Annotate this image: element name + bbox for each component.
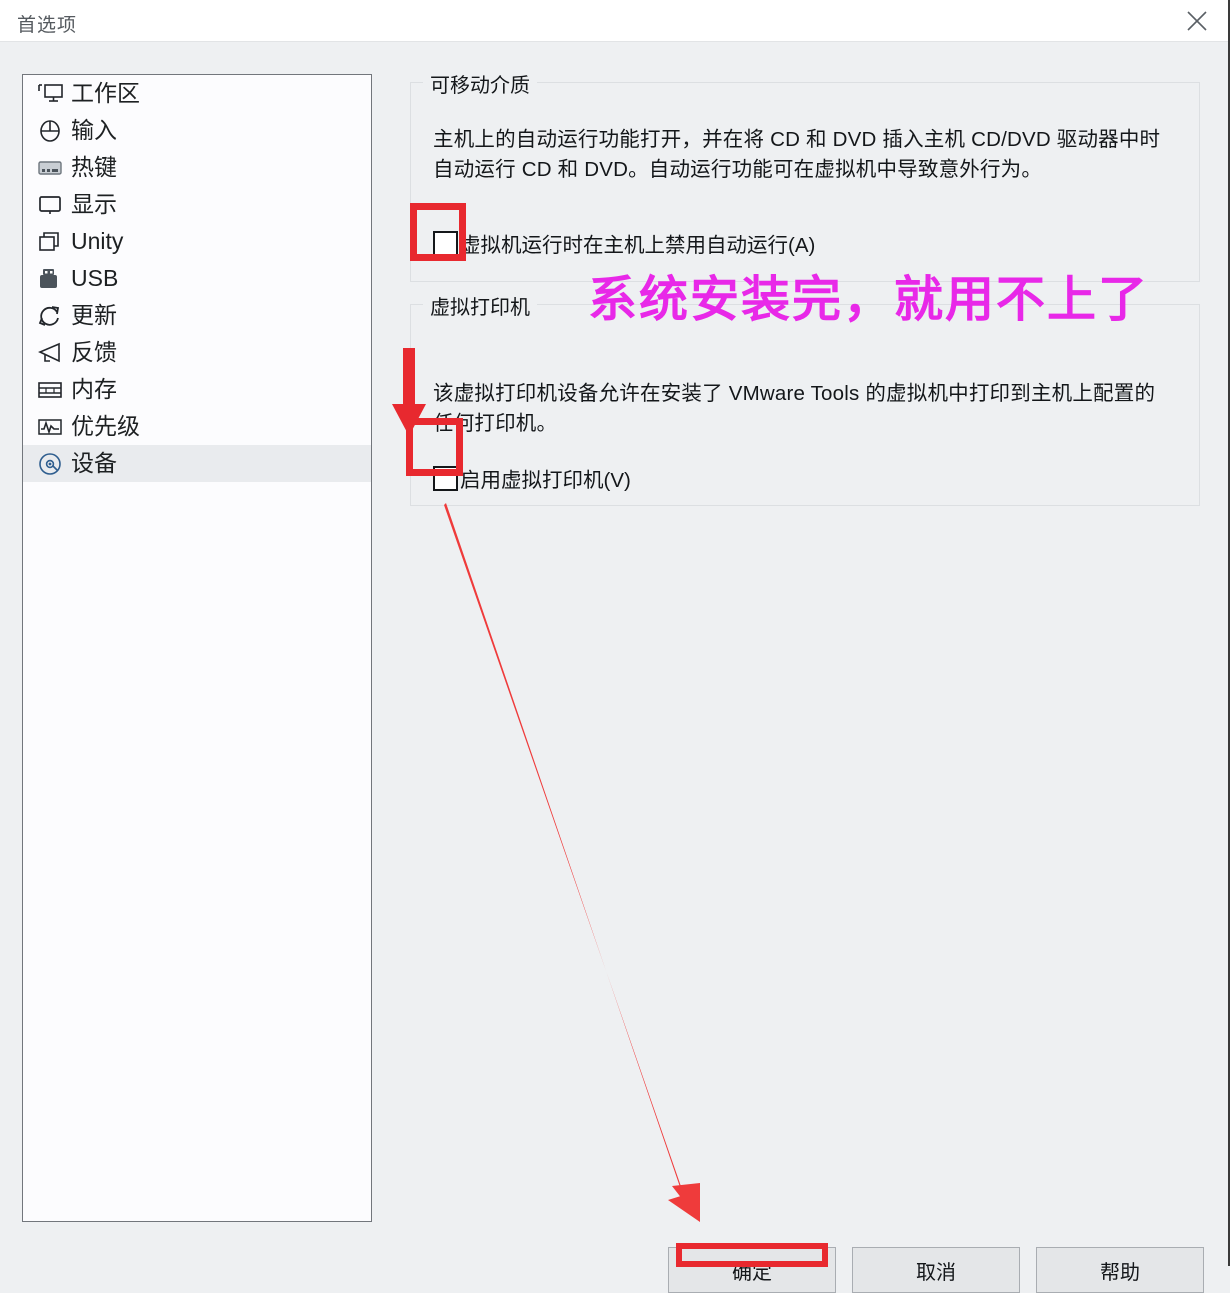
keyboard-hotkey-icon xyxy=(37,154,67,182)
sidebar-item-memory[interactable]: 内存 xyxy=(23,371,371,408)
sidebar-item-label: Unity xyxy=(71,228,124,254)
disable-autorun-checkbox-row[interactable]: 虚拟机运行时在主机上禁用自动运行(A) xyxy=(433,228,815,258)
refresh-update-icon xyxy=(37,302,67,330)
preferences-dialog: 首选项 工作区 输入 热键 显示 Unity USB 更新 反馈 内存 优先级 … xyxy=(0,0,1230,1293)
usb-drive-icon xyxy=(37,265,67,293)
sidebar-item-priority[interactable]: 优先级 xyxy=(23,408,371,445)
ok-button[interactable]: 确定 xyxy=(668,1247,836,1293)
disable-autorun-checkbox[interactable] xyxy=(433,230,458,256)
group-legend: 可移动介质 xyxy=(423,69,537,98)
sidebar-item-label: 工作区 xyxy=(71,80,140,106)
sidebar-item-label: 设备 xyxy=(71,450,117,476)
megaphone-feedback-icon xyxy=(37,339,67,367)
title-bar: 首选项 xyxy=(0,0,1228,42)
cancel-button[interactable]: 取消 xyxy=(852,1247,1020,1293)
sidebar-item-label: 反馈 xyxy=(71,339,117,365)
sidebar-item-workspace[interactable]: 工作区 xyxy=(23,75,371,112)
sidebar-item-label: 内存 xyxy=(71,376,117,402)
disable-autorun-label: 虚拟机运行时在主机上禁用自动运行(A) xyxy=(460,234,816,257)
workspace-icon xyxy=(37,80,67,108)
virtual-printer-group: 虚拟打印机 该虚拟打印机设备允许在安装了 VMware Tools 的虚拟机中打… xyxy=(410,291,1200,506)
sidebar-item-unity[interactable]: Unity xyxy=(23,223,371,260)
priority-graph-icon xyxy=(37,413,67,441)
close-button[interactable] xyxy=(1166,0,1228,42)
sidebar-item-usb[interactable]: USB xyxy=(23,260,371,297)
monitor-display-icon xyxy=(37,191,67,219)
disc-device-icon xyxy=(37,450,67,478)
removable-media-group: 可移动介质 主机上的自动运行功能打开，并在将 CD 和 DVD 插入主机 CD/… xyxy=(410,69,1200,282)
group-description: 主机上的自动运行功能打开，并在将 CD 和 DVD 插入主机 CD/DVD 驱动… xyxy=(433,128,1161,182)
enable-virtual-printer-checkbox[interactable] xyxy=(433,465,458,491)
dialog-body: 工作区 输入 热键 显示 Unity USB 更新 反馈 内存 优先级 设备 可… xyxy=(0,42,1228,1266)
sidebar-item-updates[interactable]: 更新 xyxy=(23,297,371,334)
sidebar-item-input[interactable]: 输入 xyxy=(23,112,371,149)
enable-virtual-printer-checkbox-row[interactable]: 启用虚拟打印机(V) xyxy=(433,463,631,493)
group-legend: 虚拟打印机 xyxy=(423,291,537,320)
page-title: 首选项 xyxy=(17,15,78,36)
sidebar-item-label: 显示 xyxy=(71,191,117,217)
ok-button-label: 确定 xyxy=(732,1262,772,1284)
help-button-label: 帮助 xyxy=(1100,1262,1140,1284)
sidebar-item-feedback[interactable]: 反馈 xyxy=(23,334,371,371)
sidebar-item-label: 输入 xyxy=(71,117,117,143)
sidebar-item-hotkeys[interactable]: 热键 xyxy=(23,149,371,186)
sidebar-item-display[interactable]: 显示 xyxy=(23,186,371,223)
sidebar-item-label: 优先级 xyxy=(71,413,140,439)
memory-ram-icon xyxy=(37,376,67,404)
enable-virtual-printer-label: 启用虚拟打印机(V) xyxy=(460,469,631,492)
mouse-input-icon xyxy=(37,117,67,145)
help-button[interactable]: 帮助 xyxy=(1036,1247,1204,1293)
sidebar-item-label: USB xyxy=(71,265,119,291)
sidebar-item-label: 热键 xyxy=(71,154,117,180)
unity-windows-icon xyxy=(37,228,67,256)
cancel-button-label: 取消 xyxy=(916,1262,956,1284)
sidebar-item-label: 更新 xyxy=(71,302,117,328)
group-description: 该虚拟打印机设备允许在安装了 VMware Tools 的虚拟机中打印到主机上配… xyxy=(433,382,1156,436)
sidebar-item-devices[interactable]: 设备 xyxy=(23,445,371,482)
settings-category-list[interactable]: 工作区 输入 热键 显示 Unity USB 更新 反馈 内存 优先级 设备 xyxy=(22,74,372,1222)
